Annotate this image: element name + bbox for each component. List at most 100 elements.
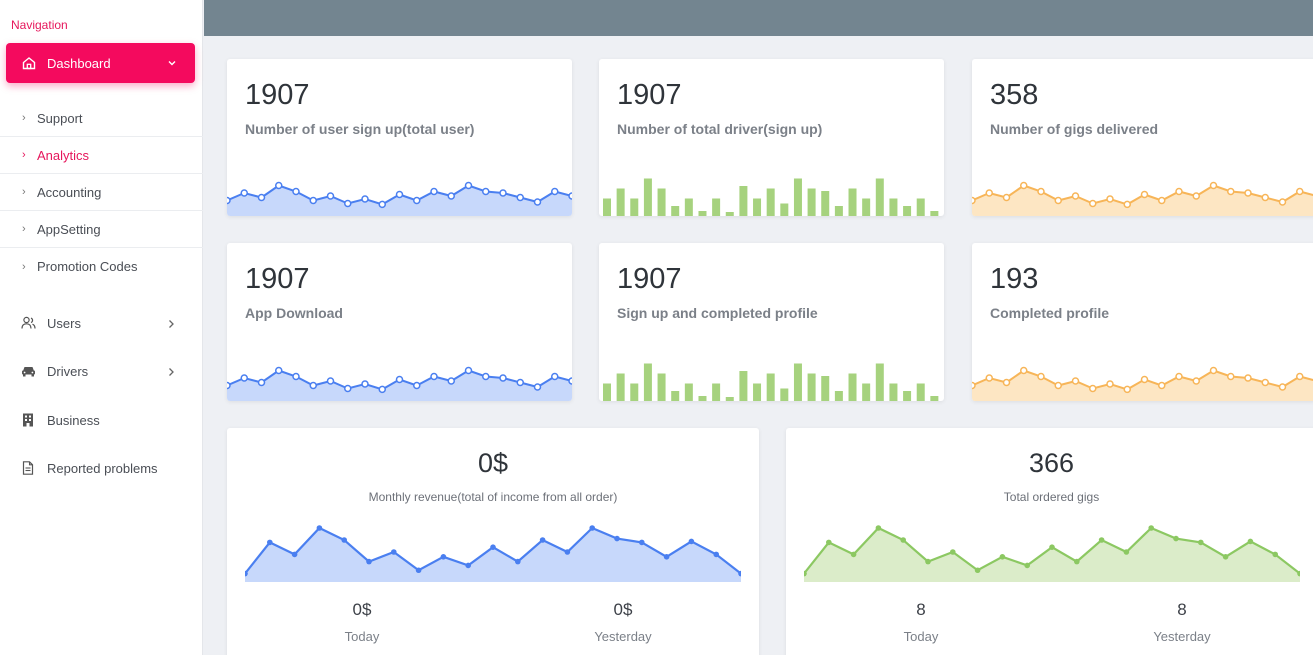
area-point xyxy=(1173,535,1179,542)
spark-bar xyxy=(848,373,857,401)
dashboard-label: Dashboard xyxy=(47,55,111,71)
gigs-today: 8 Today xyxy=(851,600,991,644)
spark-point xyxy=(309,381,317,390)
spark-bar xyxy=(793,363,802,401)
area-point xyxy=(688,538,695,545)
spark-point xyxy=(499,189,507,197)
spark-area xyxy=(972,185,1313,216)
stat-label: Number of gigs delivered xyxy=(990,121,1159,137)
spark-bar xyxy=(821,191,830,216)
spark-point xyxy=(1140,190,1149,199)
spark-point xyxy=(413,196,421,205)
area-point xyxy=(850,551,857,558)
stat-label: Number of user sign up(total user) xyxy=(245,121,475,137)
sidebar: Navigation Dashboard › Support › Analyti… xyxy=(0,0,203,655)
submenu-item-appsetting[interactable]: › AppSetting xyxy=(0,211,203,248)
sidebar-item-business[interactable]: Business xyxy=(0,405,203,435)
spark-point xyxy=(1054,196,1062,205)
area-point xyxy=(1198,539,1204,546)
chevron-right-icon: › xyxy=(22,260,26,273)
area-point xyxy=(875,525,882,531)
spark-bar xyxy=(834,206,843,216)
area-point xyxy=(639,539,645,546)
submenu-item-accounting[interactable]: › Accounting xyxy=(0,174,203,211)
sidebar-item-reported-problems[interactable]: Reported problems xyxy=(0,453,203,483)
stat-value: 1907 xyxy=(245,263,310,295)
chevron-right-icon: › xyxy=(22,149,26,161)
spark-point xyxy=(1089,199,1097,208)
spark-point xyxy=(1244,374,1252,382)
car-icon xyxy=(20,363,36,379)
spark-point xyxy=(395,190,404,199)
revenue-label: Monthly revenue(total of income from all… xyxy=(368,490,618,504)
revenue-card: 0$ Monthly revenue(total of income from … xyxy=(227,428,759,655)
stat-label: App Download xyxy=(245,305,343,321)
area-point xyxy=(1049,544,1055,550)
stat-label: Completed profile xyxy=(990,305,1110,321)
sidebar-item-label: Drivers xyxy=(47,363,89,379)
spark-bar xyxy=(834,391,843,401)
revenue-yesterday: 0$ Yesterday xyxy=(553,600,693,644)
dashboard-menu-button[interactable]: Dashboard xyxy=(6,43,195,83)
submenu-item-label: Support xyxy=(37,110,83,126)
revenue-value: 0$ xyxy=(477,448,509,478)
spark-point xyxy=(344,384,352,393)
spark-point xyxy=(378,385,386,394)
area-point xyxy=(465,562,471,569)
spark-bar xyxy=(630,198,639,216)
spark-point xyxy=(1296,187,1304,196)
stat-value: 1907 xyxy=(617,263,682,295)
sparkline-chart xyxy=(972,181,1313,216)
spark-bar xyxy=(657,373,666,401)
spark-bar xyxy=(643,178,652,216)
spark-bar xyxy=(889,198,898,216)
spark-bar xyxy=(643,363,652,401)
spark-point xyxy=(482,187,490,196)
submenu-item-label: Accounting xyxy=(37,184,102,200)
spark-point xyxy=(1089,384,1097,393)
ordered-gigs-card: 366 Total ordered gigs 8 Today 8 Yesterd… xyxy=(786,428,1313,655)
spark-point xyxy=(568,192,572,200)
spark-point xyxy=(1278,198,1287,206)
spark-bar xyxy=(671,391,680,401)
spark-point xyxy=(1020,366,1028,375)
gigs-label: Total ordered gigs xyxy=(1003,490,1100,504)
chevron-right-icon: › xyxy=(22,112,26,124)
spark-point xyxy=(1123,200,1131,209)
spark-bar xyxy=(766,373,775,401)
spark-point xyxy=(240,189,248,197)
area-point xyxy=(415,567,422,574)
sidebar-item-users[interactable]: Users xyxy=(0,308,203,338)
submenu-item-analytics[interactable]: › Analytics xyxy=(0,137,203,174)
revenue-area-chart xyxy=(245,525,741,582)
area-point xyxy=(900,537,906,543)
submenu-item-promotion-codes[interactable]: › Promotion Codes xyxy=(0,248,203,285)
spark-point xyxy=(309,196,317,205)
sparkline-chart xyxy=(227,181,572,216)
spark-point xyxy=(1261,193,1269,202)
chevron-right-icon: › xyxy=(22,186,26,198)
area-point xyxy=(950,549,956,555)
spark-point xyxy=(275,366,283,375)
spark-point xyxy=(1296,372,1304,381)
spark-bar xyxy=(753,383,762,401)
spark-point xyxy=(326,192,335,200)
sidebar-item-drivers[interactable]: Drivers xyxy=(0,356,203,386)
spark-point xyxy=(1140,375,1149,384)
gigs-yesterday: 8 Yesterday xyxy=(1112,600,1252,644)
spark-bar xyxy=(616,373,625,401)
spark-bar xyxy=(739,371,748,401)
spark-point xyxy=(413,381,421,390)
submenu-item-support[interactable]: › Support xyxy=(0,100,203,137)
area-point xyxy=(974,567,981,574)
area-point xyxy=(366,558,372,565)
spark-point xyxy=(447,377,455,385)
spark-bar xyxy=(875,178,884,216)
spark-point xyxy=(1020,181,1028,190)
area-point xyxy=(1024,562,1030,569)
spark-bar xyxy=(862,198,871,216)
yesterday-label: Yesterday xyxy=(594,629,652,644)
spark-bar xyxy=(684,383,693,401)
area-point xyxy=(1098,537,1105,543)
spark-point xyxy=(227,381,231,390)
